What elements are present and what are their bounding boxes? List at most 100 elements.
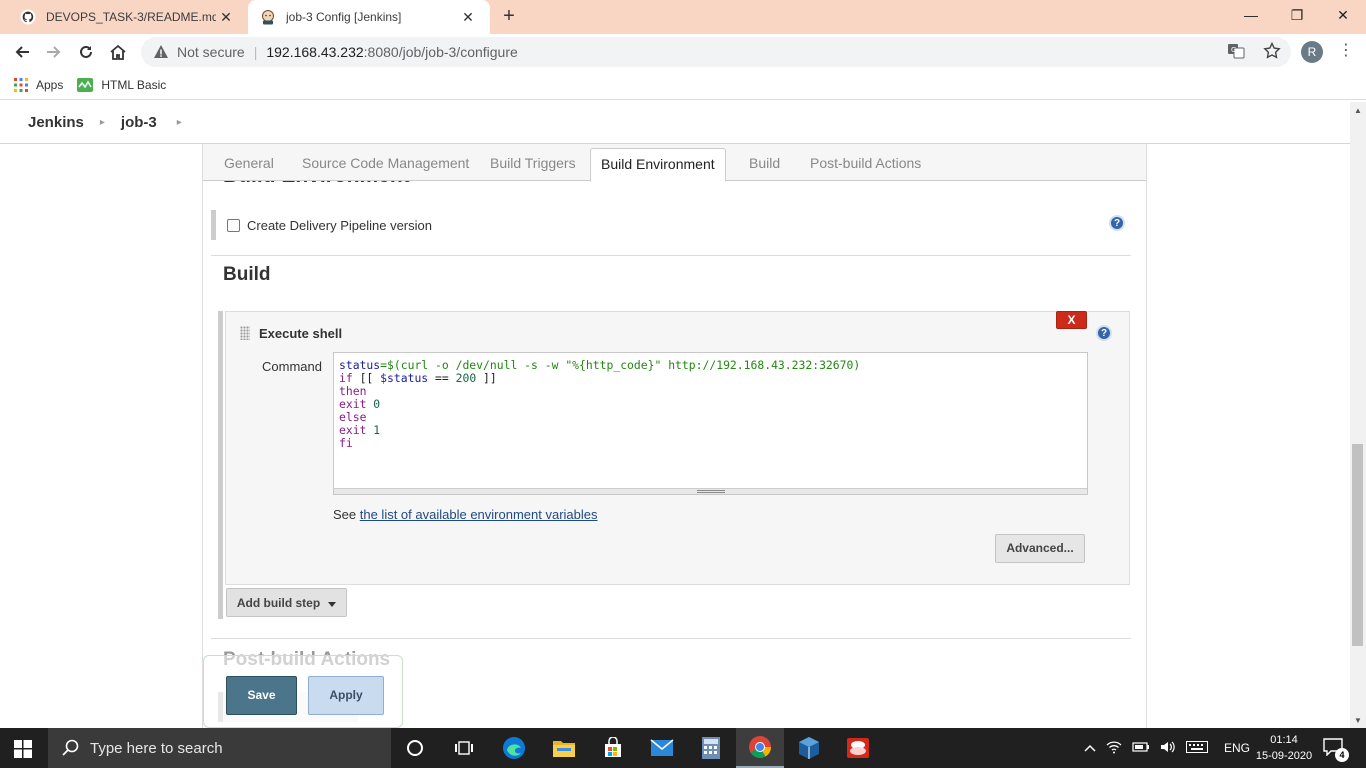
advanced-button[interactable]: Advanced... [995, 534, 1085, 563]
breadcrumb-jenkins[interactable]: Jenkins [28, 114, 84, 131]
edge-icon[interactable] [490, 728, 538, 768]
terminal-app-icon[interactable] [834, 728, 882, 768]
tab-build-environment[interactable]: Build Environment [590, 148, 726, 182]
breadcrumb-arrow-icon[interactable]: ▸ [177, 117, 182, 128]
clock-time: 01:14 [1270, 734, 1298, 746]
hint-prefix: See [333, 507, 360, 522]
help-icon[interactable]: ? [1096, 325, 1112, 341]
minimize-icon[interactable]: — [1228, 0, 1274, 30]
translate-icon[interactable]: G [1227, 42, 1245, 63]
bookmark-apps[interactable]: Apps [14, 77, 63, 92]
bookmark-label: HTML Basic [101, 77, 167, 92]
bookmark-html-basic[interactable]: HTML Basic [77, 77, 167, 92]
code-token: then [339, 384, 367, 398]
code-token: ]] [476, 371, 497, 385]
code-token: [[ [352, 371, 381, 385]
browser-tab-github[interactable]: DEVOPS_TASK-3/README.md at ✕ [8, 0, 248, 34]
apply-button[interactable]: Apply [308, 676, 384, 715]
volume-icon[interactable] [1160, 740, 1176, 757]
security-indicator[interactable]: Not secure [177, 44, 245, 60]
config-page: Build Environment General Source Code Ma… [0, 144, 1350, 728]
command-editor[interactable]: status=$(curl -o /dev/null -s -w "%{http… [333, 352, 1088, 495]
help-icon[interactable]: ? [1109, 215, 1125, 231]
bookmark-star-icon[interactable] [1263, 41, 1281, 63]
tab-close-icon[interactable]: ✕ [216, 9, 236, 26]
keyboard-icon[interactable] [1186, 740, 1208, 756]
new-tab-button[interactable]: + [497, 5, 521, 29]
window-close-icon[interactable]: ✕ [1320, 0, 1366, 30]
forward-icon[interactable] [40, 38, 68, 66]
code-token: fi [339, 436, 353, 450]
profile-avatar[interactable]: R [1301, 41, 1323, 63]
build-heading: Build [223, 264, 271, 285]
delivery-pipeline-label: Create Delivery Pipeline version [247, 217, 432, 233]
add-build-step-label: Add build step [236, 595, 321, 610]
github-icon [20, 9, 36, 25]
command-code[interactable]: status=$(curl -o /dev/null -s -w "%{http… [339, 359, 860, 450]
breadcrumb-job[interactable]: job-3 [121, 114, 157, 131]
task-view-icon[interactable] [440, 728, 488, 768]
code-token: 200 [455, 371, 477, 385]
bookmark-favicon-icon [77, 77, 94, 92]
delivery-pipeline-checkbox[interactable] [227, 218, 240, 232]
windows-start-icon[interactable] [14, 740, 32, 761]
browser-tab-jenkins[interactable]: job-3 Config [Jenkins] ✕ [248, 0, 490, 34]
drag-handle-icon[interactable] [240, 326, 250, 340]
home-icon[interactable] [104, 38, 132, 66]
page-scrollbar[interactable]: ▲ ▼ [1350, 102, 1366, 728]
scroll-down-icon[interactable]: ▼ [1354, 716, 1362, 725]
code-token: =$(curl -o /dev/null -s -w [380, 358, 566, 372]
section-divider [211, 255, 1131, 256]
tab-general[interactable]: General [224, 155, 274, 171]
svg-text:G: G [1231, 46, 1236, 54]
address-bar-actions: G [1227, 41, 1281, 63]
chrome-icon[interactable] [736, 728, 784, 768]
tray-overflow-icon[interactable] [1084, 741, 1096, 755]
calculator-icon[interactable] [687, 728, 735, 768]
scroll-thumb[interactable] [1352, 444, 1363, 646]
section-divider [211, 638, 1131, 639]
editor-resize-handle[interactable] [334, 488, 1087, 494]
resize-grip-icon [697, 490, 725, 493]
env-vars-link[interactable]: the list of available environment variab… [360, 507, 598, 522]
language-indicator[interactable]: ENG [1224, 741, 1250, 755]
code-token: $status [380, 371, 429, 385]
wifi-icon[interactable] [1106, 740, 1122, 757]
restore-icon[interactable]: ❐ [1274, 0, 1320, 30]
add-build-step-button[interactable]: Add build step [226, 588, 347, 617]
scroll-up-icon[interactable]: ▲ [1354, 106, 1362, 115]
tab-title: job-3 Config [Jenkins] [286, 10, 402, 24]
delete-step-button[interactable]: X [1056, 311, 1087, 329]
virtualbox-icon[interactable] [785, 728, 833, 768]
cortana-icon[interactable] [391, 728, 439, 768]
mail-icon[interactable] [638, 728, 686, 768]
battery-icon[interactable] [1132, 741, 1150, 756]
tab-source-code-management[interactable]: Source Code Management [302, 155, 469, 171]
code-token: else [339, 410, 367, 424]
taskbar-clock[interactable]: 01:14 15-09-2020 [1254, 732, 1314, 764]
save-button[interactable]: Save [226, 676, 297, 715]
breadcrumb-arrow-icon[interactable]: ▸ [100, 117, 105, 128]
reload-icon[interactable] [72, 38, 100, 66]
config-panel: Build Environment General Source Code Ma… [202, 144, 1147, 728]
code-token: exit [339, 423, 367, 437]
tab-build-triggers[interactable]: Build Triggers [490, 155, 576, 171]
code-token: http://192.168.43.232:32670) [661, 358, 861, 372]
tab-build[interactable]: Build [749, 155, 780, 171]
microsoft-store-icon[interactable] [589, 728, 637, 768]
search-icon [62, 739, 80, 757]
code-token: exit [339, 397, 367, 411]
tab-post-build-actions[interactable]: Post-build Actions [810, 155, 921, 171]
back-icon[interactable] [8, 38, 36, 66]
taskbar-search-input[interactable]: Type here to search [48, 728, 391, 768]
step-title: Execute shell [259, 326, 343, 341]
tab-close-icon[interactable]: ✕ [458, 9, 478, 26]
browser-menu-icon[interactable]: ⋮ [1336, 41, 1356, 63]
delivery-pipeline-option: Create Delivery Pipeline version [211, 210, 1131, 240]
breadcrumb: Jenkins ▸ job-3 ▸ [0, 102, 1350, 144]
address-separator: | [253, 44, 258, 60]
file-explorer-icon[interactable] [540, 728, 588, 768]
system-tray: ENG [1084, 728, 1250, 768]
address-bar[interactable]: Not secure | 192.168.43.232 :8080/job/jo… [141, 37, 1291, 67]
url-host: 192.168.43.232 [266, 44, 364, 60]
